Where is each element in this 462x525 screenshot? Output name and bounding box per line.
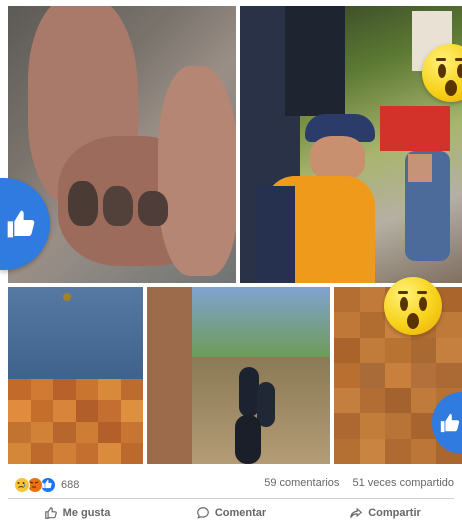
foot-right	[158, 66, 236, 276]
person-walking	[257, 382, 275, 427]
like-button[interactable]: Me gusta	[0, 502, 154, 524]
person-walking	[239, 367, 259, 417]
comment-icon	[196, 507, 209, 519]
photo-jeans-blurred[interactable]	[8, 287, 143, 464]
share-label: Compartir	[368, 507, 421, 519]
photo-officials-child[interactable]	[240, 6, 462, 283]
denim	[8, 287, 143, 382]
thumbs-up-icon	[44, 507, 57, 519]
button-rivet	[63, 293, 71, 301]
share-icon	[350, 507, 363, 518]
share-button[interactable]: Compartir	[308, 502, 462, 524]
officer	[285, 6, 345, 116]
wow-emoji-icon	[384, 277, 442, 335]
photo-grid	[0, 0, 462, 468]
thumbs-up-icon	[440, 413, 460, 433]
post-actions: Me gusta Comentar Compartir	[0, 502, 462, 524]
like-label: Me gusta	[62, 507, 111, 519]
share-count[interactable]: 51 veces compartido	[353, 477, 455, 489]
woman-face	[310, 136, 365, 181]
sad-reaction-icon	[14, 477, 30, 493]
person-walking	[235, 415, 261, 464]
pixelated-area	[8, 379, 143, 464]
brick-wall	[147, 287, 192, 464]
thumbs-up-icon	[7, 210, 35, 238]
divider	[8, 498, 454, 499]
reaction-summary[interactable]: 688	[14, 477, 79, 493]
comment-label: Comentar	[214, 507, 267, 519]
trees	[192, 287, 330, 367]
photo-forest-path[interactable]	[147, 287, 330, 464]
comment-button[interactable]: Comentar	[154, 502, 308, 524]
child-face-blurred	[408, 154, 432, 182]
reaction-count[interactable]: 688	[61, 479, 79, 491]
comment-count[interactable]: 59 comentarios	[264, 477, 339, 489]
post-stats: 688 59 comentarios 51 veces compartido	[0, 474, 462, 496]
red-shirt	[380, 106, 450, 151]
